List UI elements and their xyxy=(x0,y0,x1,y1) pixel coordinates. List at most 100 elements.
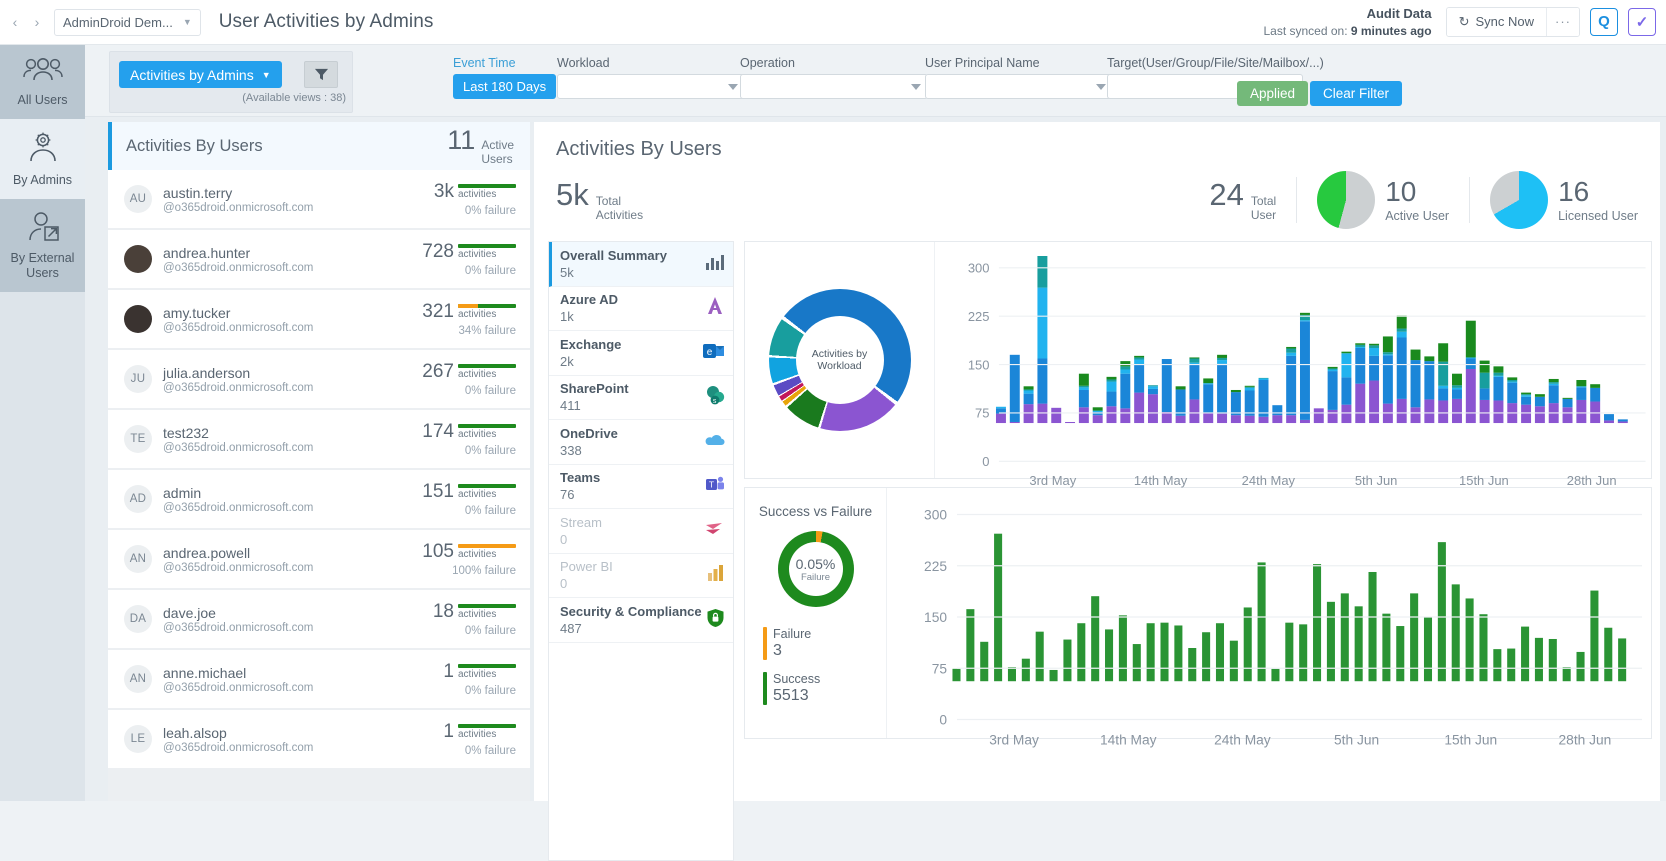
org-selector-label: AdminDroid Dem... xyxy=(63,14,173,30)
total-activities-label: Total Activities xyxy=(595,194,644,223)
user-list[interactable]: AU austin.terry @o365droid.onmicrosoft.com… xyxy=(108,170,530,801)
org-selector[interactable]: AdminDroid Dem... ▼ xyxy=(54,8,201,36)
user-info: test232 @o365droid.onmicrosoft.com xyxy=(163,425,313,454)
list-item[interactable]: AN anne.michael @o365droid.onmicrosoft.com… xyxy=(108,650,530,708)
workload-item-onedrive[interactable]: OneDrive 338 xyxy=(549,420,733,465)
applied-button[interactable]: Applied xyxy=(1237,81,1309,106)
svg-text:14th May: 14th May xyxy=(1100,733,1157,748)
forward-icon[interactable]: › xyxy=(26,10,48,34)
total-user-kpi: 24 Total User xyxy=(1209,177,1276,223)
back-icon[interactable]: ‹ xyxy=(4,10,26,34)
legend-item-success[interactable]: Success 5513 xyxy=(763,672,876,705)
active-user-label: Active User xyxy=(1385,208,1450,223)
clear-filter-button[interactable]: Clear Filter xyxy=(1310,81,1403,106)
activity-bar xyxy=(458,724,516,728)
user-domain: @o365droid.onmicrosoft.com xyxy=(163,441,314,454)
main-header: Activities By Users xyxy=(534,122,1660,167)
svg-text:24th May: 24th May xyxy=(1242,473,1296,488)
panel-title: Activities By Users xyxy=(126,136,263,155)
legend-item-failure[interactable]: Failure 3 xyxy=(763,627,876,660)
workload-select[interactable] xyxy=(557,74,745,99)
list-item[interactable]: AU austin.terry @o365droid.onmicrosoft.com… xyxy=(108,170,530,228)
workload-count: 2k xyxy=(560,353,574,369)
sync-now-button[interactable]: ↻ Sync Now xyxy=(1446,7,1547,36)
chevron-down-icon: ▼ xyxy=(182,17,192,27)
sidebar-item-all-users[interactable]: All Users xyxy=(0,45,85,119)
divider xyxy=(1469,177,1471,223)
user-name: dave.joe xyxy=(163,604,216,621)
operation-select[interactable] xyxy=(740,74,928,99)
activity-bar xyxy=(458,244,516,248)
main-panel: Activities By Users 5k Total Activities … xyxy=(534,122,1660,861)
activity-count: 174 xyxy=(422,421,454,442)
success-failure-card: Success vs Failure 0.05% Failure Failure… xyxy=(744,487,1652,748)
list-item[interactable]: JU julia.anderson @o365droid.onmicrosoft.c… xyxy=(108,350,530,408)
list-item[interactable]: LE leah.alsop @o365droid.onmicrosoft.com 1 a… xyxy=(108,710,530,768)
failure-percent-text: 0% failure xyxy=(464,625,516,637)
workload-item-exchange[interactable]: Exchange 2k e xyxy=(549,331,733,376)
svg-text:14th May: 14th May xyxy=(1134,473,1188,488)
avatar: AU xyxy=(124,185,152,213)
sidebar-item-by-admins[interactable]: By Admins xyxy=(0,119,85,199)
workload-count: 76 xyxy=(560,487,575,503)
workload-item-teams[interactable]: Teams 76 T xyxy=(549,465,733,509)
filter-toggle-button[interactable] xyxy=(304,61,338,88)
user-principal-name-select[interactable] xyxy=(925,74,1113,99)
stacked-bar-chart[interactable]: 0 75 150 225 300 3rd May 14th May 24th May 5th J… xyxy=(935,242,1651,488)
failure-percent-text: 0% failure xyxy=(464,205,516,217)
filter-operation: Operation xyxy=(740,56,928,99)
view-selector-button[interactable]: Activities by Admins ▼ xyxy=(119,61,282,88)
active-users-kpi: 11 Active Users xyxy=(447,125,514,167)
user-name: anne.michael xyxy=(163,664,247,681)
activities-by-workload-donut[interactable]: Activities by Workload xyxy=(745,242,935,478)
svg-text:e: e xyxy=(707,347,713,358)
workload-item-overall-summary[interactable]: Overall Summary 5k xyxy=(549,242,733,287)
activities-label: activities xyxy=(458,669,497,680)
success-bar-chart[interactable]: 0 75 150 225 300 3rd May 14th May 24th May 5th J… xyxy=(887,488,1651,748)
list-item[interactable]: amy.tucker @o365droid.onmicrosoft.com 321 a… xyxy=(108,290,530,348)
list-item[interactable]: AD admin @o365droid.onmicrosoft.com 151 acti… xyxy=(108,470,530,528)
total-activities-label-2: Activities xyxy=(595,208,644,222)
user-name: julia.anderson xyxy=(163,364,251,381)
filter-workload: Workload xyxy=(557,56,745,99)
list-item[interactable]: andrea.hunter @o365droid.onmicrosoft.com 7… xyxy=(108,230,530,288)
list-item[interactable]: TE test232 @o365droid.onmicrosoft.com 174 ac… xyxy=(108,410,530,468)
failure-percent-text: 100% failure xyxy=(452,565,516,577)
workload-name: OneDrive xyxy=(560,425,618,441)
workload-list[interactable]: Overall Summary 5k Azure AD 1k Exchange 2k e Sh… xyxy=(548,241,734,861)
workload-count: 411 xyxy=(560,398,581,414)
search-icon[interactable]: Q xyxy=(1590,7,1618,36)
event-time-button[interactable]: Last 180 Days xyxy=(453,74,557,99)
workload-name: Power BI xyxy=(560,559,613,575)
activity-bar xyxy=(458,484,516,488)
workload-name: Security & Compliance xyxy=(560,603,702,619)
user-name: leah.alsop xyxy=(163,724,227,741)
licensed-user-pie-icon xyxy=(1490,171,1549,229)
workload-item-sharepoint[interactable]: SharePoint 411 s xyxy=(549,376,733,420)
list-item[interactable]: AN andrea.powell @o365droid.onmicrosoft.co… xyxy=(108,530,530,588)
group-users-icon xyxy=(22,58,63,81)
sidebar-item-by-external-users[interactable]: By External Users xyxy=(0,199,85,292)
list-item[interactable]: DA dave.joe @o365droid.onmicrosoft.com 18 ac… xyxy=(108,590,530,648)
user-info: julia.anderson @o365droid.onmicrosoft.com xyxy=(163,365,313,394)
more-options-button[interactable]: ··· xyxy=(1547,7,1579,36)
check-circle-icon[interactable]: ✓ xyxy=(1628,7,1656,36)
workload-item-security-compliance[interactable]: Security & Compliance 487 xyxy=(549,598,733,643)
user-kpis: 24 Total User 10 Active User 16 Licensed… xyxy=(1209,171,1638,229)
success-vs-failure-summary: Success vs Failure 0.05% Failure Failure… xyxy=(745,488,887,738)
workload-item-power-bi[interactable]: Power BI 0 xyxy=(549,554,733,598)
workload-item-stream[interactable]: Stream 0 xyxy=(549,509,733,554)
view-selector-box: Activities by Admins ▼ (Available views … xyxy=(109,51,353,113)
stream-icon xyxy=(705,521,725,541)
activities-label: activities xyxy=(458,729,497,740)
user-info: austin.terry @o365droid.onmicrosoft.com xyxy=(163,185,313,214)
user-domain: @o365droid.onmicrosoft.com xyxy=(163,501,314,514)
user-info: admin @o365droid.onmicrosoft.com xyxy=(163,485,313,514)
active-user-kpi: 10 Active User xyxy=(1385,177,1450,223)
workload-activity-card: Activities by Workload 0 75 150 225 300 3rd M… xyxy=(744,241,1652,488)
user-metrics: 728 activities 0% failure xyxy=(422,241,516,277)
workload-item-azure-ad[interactable]: Azure AD 1k xyxy=(549,287,733,331)
activities-label: activities xyxy=(458,369,497,380)
avatar: AN xyxy=(124,665,152,693)
avatar: LE xyxy=(124,725,152,753)
